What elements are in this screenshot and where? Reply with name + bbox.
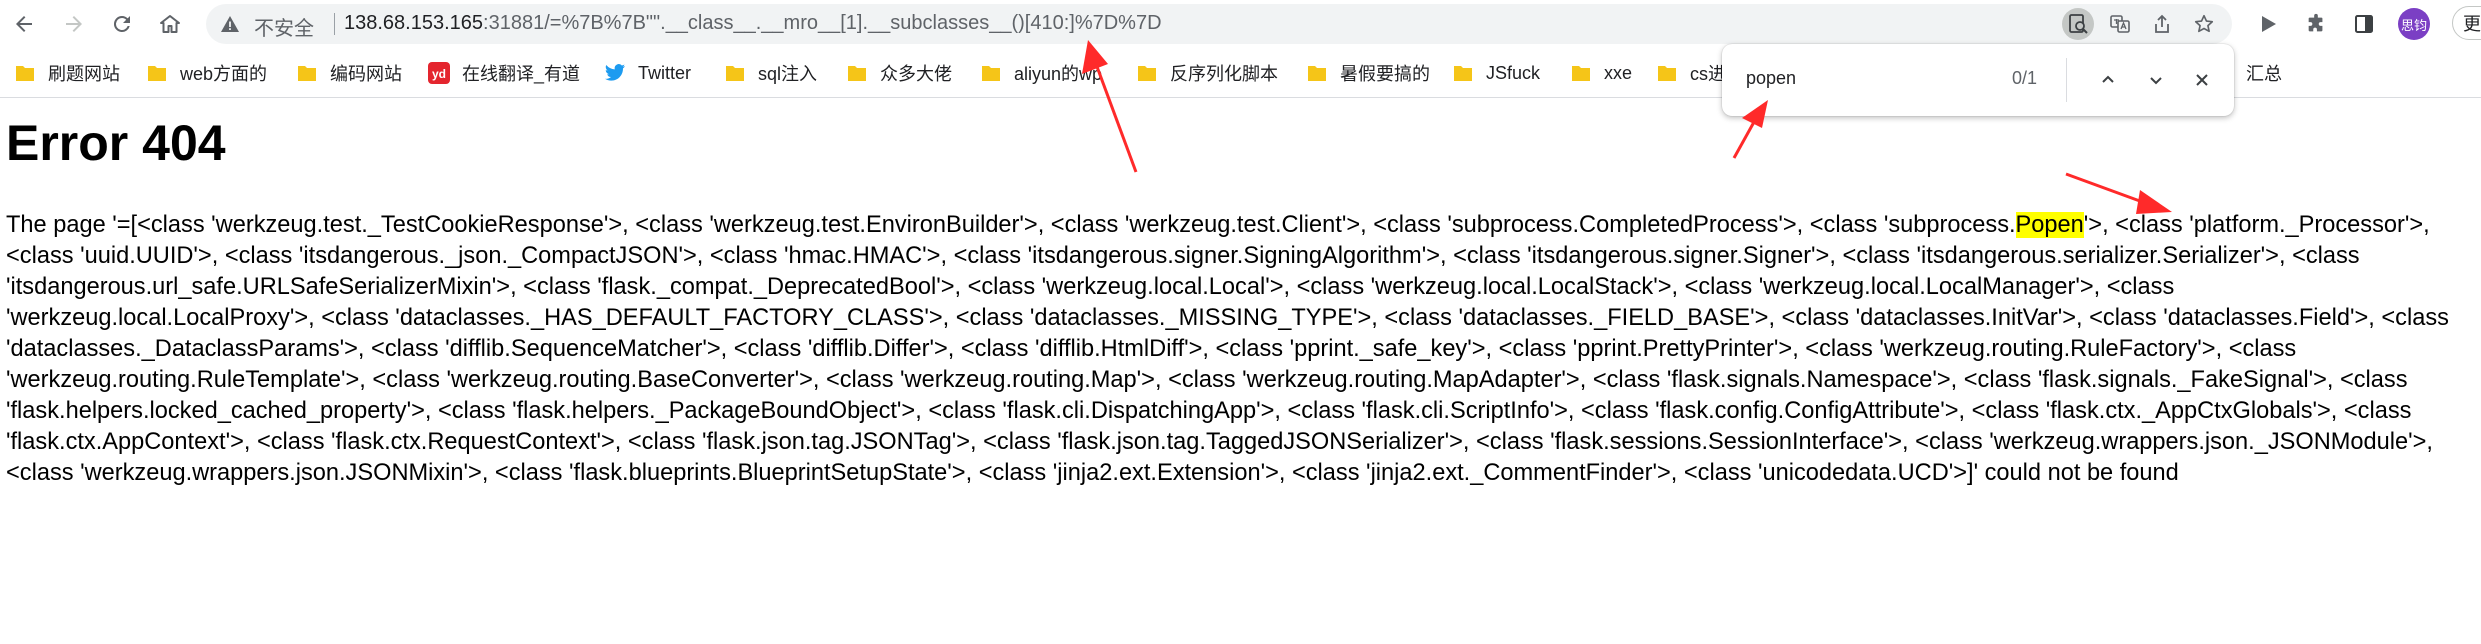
address-bar[interactable]: 不安全 138.68.153.165:31881/=%7B%7B"".__cla…	[206, 4, 2232, 44]
folder-icon	[1306, 62, 1328, 84]
folder-icon	[296, 62, 318, 84]
url-text[interactable]: 138.68.153.165:31881/=%7B%7B"".__class__…	[344, 12, 1162, 35]
profile-avatar[interactable]: 思钧	[2398, 8, 2430, 40]
share-icon	[2155, 14, 2169, 33]
folder-icon	[146, 62, 168, 84]
bookmark-label: 在线翻译_有道	[462, 64, 581, 84]
bookmark-item[interactable]: 刷题网站	[14, 56, 120, 90]
find-input[interactable]: popen	[1746, 68, 1796, 89]
puzzle-icon	[2308, 13, 2323, 32]
bookmark-item[interactable]: 反序列化脚本	[1136, 56, 1278, 90]
find-match-highlight: Popen	[2015, 212, 2084, 238]
twitter-icon	[604, 62, 626, 84]
find-next-button[interactable]	[2140, 64, 2172, 96]
folder-icon	[846, 62, 868, 84]
home-icon	[160, 15, 180, 33]
bookmark-item[interactable]: xxe	[1570, 56, 1632, 90]
reload-icon	[113, 15, 130, 32]
chevron-down-icon	[2150, 77, 2162, 85]
side-panel-icon	[2355, 15, 2373, 33]
url-host: 138.68.153.165	[344, 12, 484, 34]
bookmark-label: 编码网站	[330, 64, 402, 84]
bookmark-item[interactable]: aliyun的wp	[980, 56, 1102, 90]
folder-icon	[1452, 62, 1474, 84]
home-button[interactable]	[152, 6, 188, 42]
bookmark-label: 反序列化脚本	[1170, 64, 1278, 84]
bookmark-label: JSfuck	[1486, 62, 1541, 83]
find-bar: popen 0/1	[1722, 44, 2234, 116]
translate-button[interactable]	[2104, 8, 2136, 40]
error-message: The page '=[<class 'werkzeug.test._TestC…	[6, 210, 2476, 489]
chevron-up-icon	[2102, 75, 2114, 83]
bookmark-item[interactable]: 暑假要搞的	[1306, 56, 1430, 90]
bookmark-label: xxe	[1604, 62, 1633, 83]
folder-icon	[1656, 62, 1678, 84]
svg-text:yd: yd	[432, 67, 446, 81]
find-in-page-icon	[2069, 14, 2088, 34]
translate-icon	[2110, 15, 2130, 33]
page-title: Error 404	[6, 115, 226, 171]
back-arrow-icon	[16, 16, 32, 32]
warning-icon[interactable]	[220, 14, 240, 34]
error-message-text-before: The page '=[<class 'werkzeug.test._TestC…	[6, 212, 2016, 238]
folder-icon	[1570, 62, 1592, 84]
bookmark-item[interactable]: yd 在线翻译_有道	[428, 56, 580, 90]
page-content: Error 404 The page '=[<class 'werkzeug.t…	[0, 98, 2481, 644]
bookmark-item[interactable]: 众多大佬	[846, 56, 952, 90]
close-icon	[2196, 74, 2208, 86]
url-path: :31881/=%7B%7B"".__class__.__mro__[1].__…	[483, 12, 1162, 34]
not-secure-label[interactable]: 不安全	[254, 12, 314, 41]
youdao-icon: yd	[428, 62, 450, 84]
find-match-count: 0/1	[2012, 68, 2038, 88]
reload-button[interactable]	[104, 6, 140, 42]
star-icon	[2194, 14, 2214, 33]
find-divider	[2066, 58, 2067, 102]
back-button[interactable]	[6, 6, 42, 42]
play-icon	[2262, 16, 2276, 32]
bookmark-label: 汇总	[2246, 64, 2282, 84]
extensions-button[interactable]	[2298, 6, 2334, 42]
bookmark-item[interactable]: sql注入	[724, 56, 817, 90]
browser-toolbar: 不安全 138.68.153.165:31881/=%7B%7B"".__cla…	[0, 0, 2481, 48]
side-panel-button[interactable]	[2346, 6, 2382, 42]
update-button[interactable]: 更	[2452, 6, 2481, 40]
bookmark-label: 刷题网站	[48, 64, 120, 84]
bookmark-label: cs进	[1690, 64, 1726, 84]
folder-icon	[724, 62, 746, 84]
forward-button[interactable]	[56, 6, 92, 42]
bookmark-item[interactable]: 编码网站	[296, 56, 402, 90]
folder-icon	[980, 62, 1002, 84]
bookmark-label: 暑假要搞的	[1340, 64, 1430, 84]
bookmark-label: sql注入	[758, 64, 818, 84]
folder-icon	[14, 62, 36, 84]
bookmark-item[interactable]: cs进	[1656, 56, 1726, 90]
bookmark-label: 众多大佬	[880, 64, 952, 84]
find-close-button[interactable]	[2186, 64, 2218, 96]
find-previous-button[interactable]	[2092, 64, 2124, 96]
folder-icon	[1136, 62, 1158, 84]
bookmark-item[interactable]: web方面的	[146, 56, 267, 90]
bookmark-item[interactable]: 汇总	[2246, 56, 2282, 90]
error-message-text-after: '>, <class 'platform._Processor'>, <clas…	[6, 212, 2449, 486]
bookmark-label: Twitter	[638, 62, 692, 83]
find-in-page-button[interactable]	[2062, 8, 2094, 40]
share-button[interactable]	[2146, 8, 2178, 40]
run-extension-button[interactable]	[2250, 6, 2286, 42]
forward-arrow-icon	[66, 16, 82, 32]
bookmark-item[interactable]: JSfuck	[1452, 56, 1540, 90]
bookmark-star-button[interactable]	[2188, 8, 2220, 40]
bookmark-label: aliyun的wp	[1014, 64, 1103, 84]
bookmark-item[interactable]: Twitter	[604, 56, 691, 90]
bookmark-label: web方面的	[180, 64, 268, 84]
omnibox-divider	[334, 13, 335, 35]
